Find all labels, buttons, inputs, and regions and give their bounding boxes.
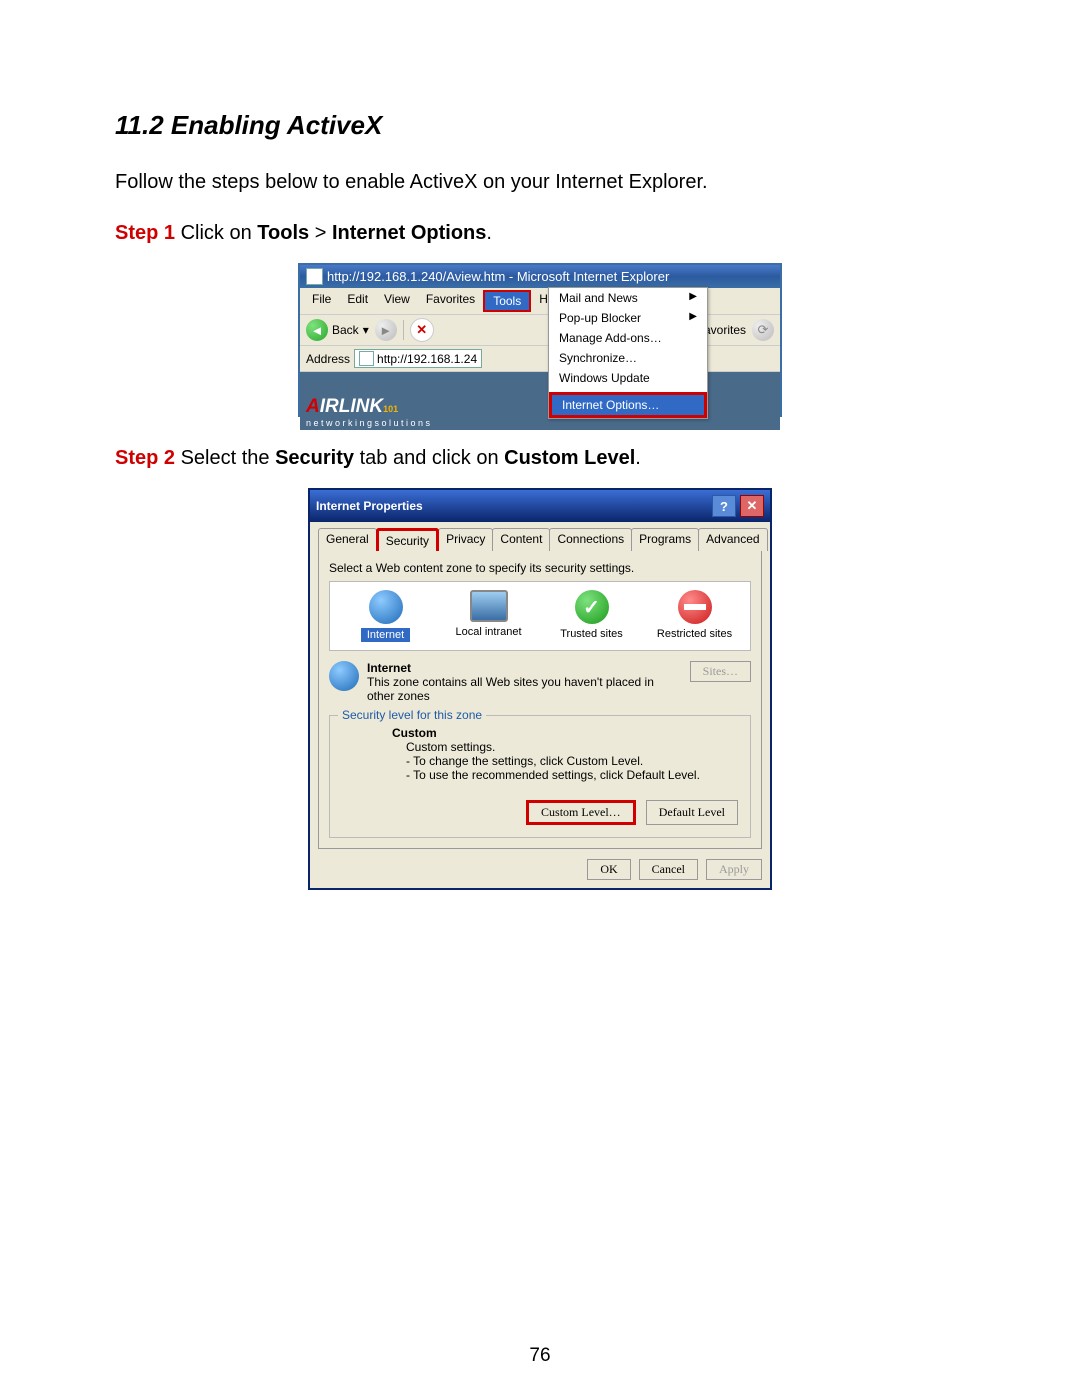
address-label: Address bbox=[306, 352, 350, 366]
help-button[interactable]: ? bbox=[712, 495, 736, 517]
back-button[interactable]: ◄Back ▾ bbox=[306, 319, 369, 341]
zone-description: This zone contains all Web sites you hav… bbox=[367, 675, 682, 703]
page-content-bar: AIRLINK101 n e t w o r k i n g s o l u t… bbox=[300, 372, 780, 430]
zone-title: Internet bbox=[367, 661, 682, 675]
menu-item-popup[interactable]: Pop-up Blocker▶ bbox=[549, 308, 707, 328]
zone-internet[interactable]: Internet bbox=[346, 590, 426, 642]
monitor-icon bbox=[470, 590, 508, 622]
back-arrow-icon: ◄ bbox=[306, 319, 328, 341]
tab-content[interactable]: Content bbox=[492, 528, 550, 551]
tab-general[interactable]: General bbox=[318, 528, 377, 551]
airlink-logo: AIRLINK101 n e t w o r k i n g s o l u t… bbox=[300, 394, 436, 430]
internet-properties-dialog: Internet Properties ? ✕ General Security… bbox=[308, 488, 772, 890]
menu-view[interactable]: View bbox=[376, 290, 418, 312]
page-icon bbox=[359, 351, 374, 366]
custom-line-2: - To use the recommended settings, click… bbox=[406, 768, 738, 782]
separator bbox=[403, 320, 404, 340]
step-2-label: Step 2 bbox=[115, 447, 175, 469]
ok-button[interactable]: OK bbox=[587, 859, 630, 880]
menu-tools[interactable]: Tools bbox=[483, 290, 531, 312]
globe-icon bbox=[329, 661, 359, 691]
chevron-right-icon: ▶ bbox=[689, 311, 697, 325]
tab-advanced[interactable]: Advanced bbox=[698, 528, 767, 551]
tools-dropdown-menu: Mail and News▶ Pop-up Blocker▶ Manage Ad… bbox=[548, 287, 708, 419]
zone-list: Internet Local intranet ✓ Trusted sites … bbox=[329, 581, 751, 651]
custom-sub: Custom settings. bbox=[406, 740, 738, 754]
deny-icon bbox=[678, 590, 712, 624]
chevron-right-icon: ▶ bbox=[689, 291, 697, 305]
default-level-button[interactable]: Default Level bbox=[646, 800, 738, 825]
menu-favorites[interactable]: Favorites bbox=[418, 290, 483, 312]
ie-toolbar: ◄Back ▾ ► ✕ ★Favorites ⟳ bbox=[300, 315, 780, 346]
zone-trusted[interactable]: ✓ Trusted sites bbox=[552, 590, 632, 642]
section-title: 11.2 Enabling ActiveX bbox=[115, 110, 965, 141]
apply-button[interactable]: Apply bbox=[706, 859, 762, 880]
security-level-fieldset: Security level for this zone Custom Cust… bbox=[329, 715, 751, 838]
step-1: Step 1 Click on Tools > Internet Options… bbox=[115, 222, 965, 245]
tab-programs[interactable]: Programs bbox=[631, 528, 699, 551]
ie-icon bbox=[306, 268, 323, 285]
globe-icon bbox=[369, 590, 403, 624]
menu-item-addons[interactable]: Manage Add-ons… bbox=[549, 328, 707, 348]
dialog-title-text: Internet Properties bbox=[316, 499, 423, 513]
zone-restricted[interactable]: Restricted sites bbox=[655, 590, 735, 642]
intro-text: Follow the steps below to enable ActiveX… bbox=[115, 171, 965, 194]
ie-menubar: File Edit View Favorites Tools Help bbox=[300, 288, 780, 315]
zone-info: Internet This zone contains all Web site… bbox=[329, 661, 751, 703]
history-button[interactable]: ⟳ bbox=[752, 319, 774, 341]
dialog-tabs: General Security Privacy Content Connect… bbox=[318, 528, 762, 551]
dialog-title-bar: Internet Properties ? ✕ bbox=[310, 490, 770, 522]
menu-item-internet-options[interactable]: Internet Options… bbox=[549, 392, 707, 418]
page-number: 76 bbox=[0, 1345, 1080, 1367]
ie-screenshot: http://192.168.1.240/Aview.htm - Microso… bbox=[298, 263, 782, 417]
tab-security[interactable]: Security bbox=[376, 528, 439, 551]
address-value: http://192.168.1.24 bbox=[377, 352, 477, 366]
zone-intranet[interactable]: Local intranet bbox=[449, 590, 529, 642]
tab-connections[interactable]: Connections bbox=[549, 528, 632, 551]
menu-file[interactable]: File bbox=[304, 290, 339, 312]
x-icon: ✕ bbox=[416, 322, 427, 338]
stop-button[interactable]: ✕ bbox=[410, 318, 434, 342]
step-2: Step 2 Select the Security tab and click… bbox=[115, 447, 965, 470]
tab-privacy[interactable]: Privacy bbox=[438, 528, 493, 551]
menu-edit[interactable]: Edit bbox=[339, 290, 376, 312]
custom-line-1: - To change the settings, click Custom L… bbox=[406, 754, 738, 768]
dialog-actions: OK Cancel Apply bbox=[318, 849, 762, 880]
menu-item-sync[interactable]: Synchronize… bbox=[549, 348, 707, 368]
close-button[interactable]: ✕ bbox=[740, 495, 764, 517]
sites-button[interactable]: Sites… bbox=[690, 661, 751, 682]
ie-title-text: http://192.168.1.240/Aview.htm - Microso… bbox=[327, 269, 669, 284]
ie-title-bar: http://192.168.1.240/Aview.htm - Microso… bbox=[300, 265, 780, 288]
address-bar: Address http://192.168.1.24 bbox=[300, 346, 780, 372]
zone-hint: Select a Web content zone to specify its… bbox=[329, 561, 751, 575]
step-1-label: Step 1 bbox=[115, 222, 175, 244]
address-box[interactable]: http://192.168.1.24 bbox=[354, 349, 482, 368]
cancel-button[interactable]: Cancel bbox=[639, 859, 698, 880]
forward-button[interactable]: ► bbox=[375, 319, 397, 341]
menu-item-update[interactable]: Windows Update bbox=[549, 368, 707, 388]
custom-level-button[interactable]: Custom Level… bbox=[526, 800, 636, 825]
menu-item-mail[interactable]: Mail and News▶ bbox=[549, 288, 707, 308]
fieldset-legend: Security level for this zone bbox=[338, 708, 486, 722]
custom-title: Custom bbox=[392, 726, 738, 740]
check-icon: ✓ bbox=[575, 590, 609, 624]
